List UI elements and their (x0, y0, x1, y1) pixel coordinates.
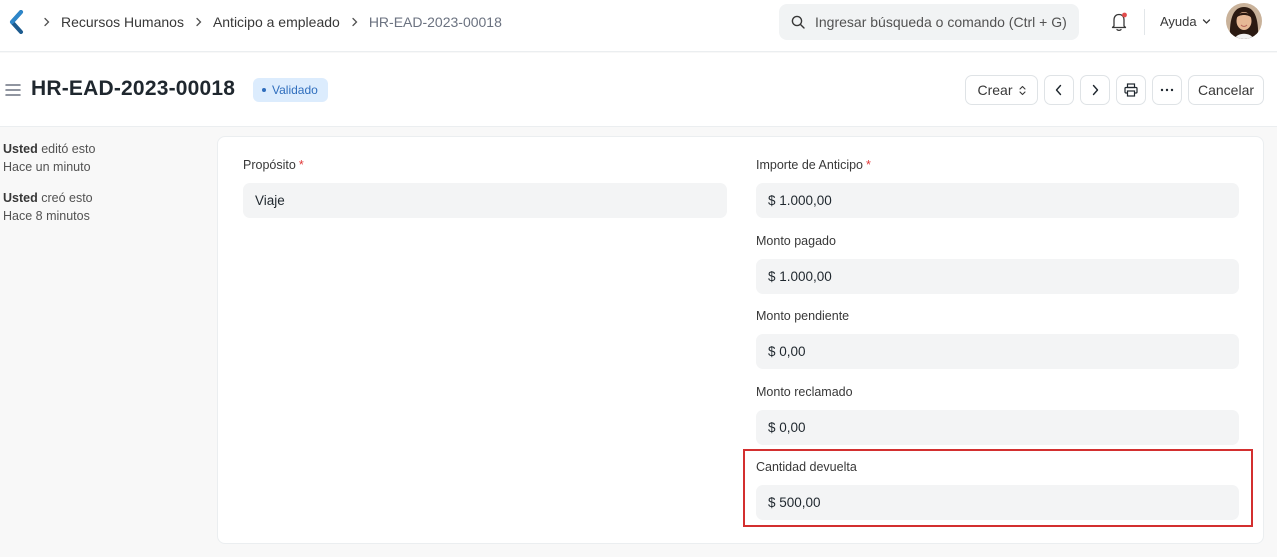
activity-item: Usted editó esto Hace un minuto (3, 140, 203, 176)
highlight-box (743, 449, 1253, 527)
create-button[interactable]: Crear (965, 75, 1038, 105)
monto-pagado-label: Monto pagado (756, 234, 836, 248)
proposito-field: Propósito * Viaje (243, 157, 727, 218)
activity-action: editó esto (41, 142, 96, 156)
chevron-right-icon (42, 17, 52, 27)
activity-user: Usted (3, 142, 38, 156)
chevron-left-icon (1055, 84, 1062, 96)
help-label: Ayuda (1160, 14, 1197, 29)
breadcrumb: Recursos Humanos Anticipo a empleado HR-… (42, 13, 512, 31)
monto-pendiente-input[interactable]: $ 0,00 (756, 334, 1239, 369)
create-label: Crear (977, 82, 1013, 98)
monto-pagado-input[interactable]: $ 1.000,00 (756, 259, 1239, 294)
ellipsis-icon (1160, 88, 1174, 92)
search-icon (791, 15, 805, 29)
breadcrumb-current[interactable]: HR-EAD-2023-00018 (369, 14, 502, 30)
page-title: HR-EAD-2023-00018 (31, 77, 236, 100)
importe-anticipo-input[interactable]: $ 1.000,00 (756, 183, 1239, 218)
proposito-label: Propósito (243, 158, 296, 172)
field-label: Propósito * (243, 157, 727, 173)
printer-icon (1124, 83, 1138, 97)
next-button[interactable] (1080, 75, 1110, 105)
chevron-right-icon (350, 17, 360, 27)
field-label: Importe de Anticipo * (756, 157, 1239, 173)
search-placeholder: Ingresar búsqueda o comando (Ctrl + G) (815, 14, 1067, 30)
more-options-button[interactable] (1152, 75, 1182, 105)
status-dot-icon (262, 88, 266, 92)
chevron-down-icon (1202, 19, 1210, 24)
chevron-right-icon (194, 17, 204, 27)
activity-action: creó esto (41, 191, 93, 205)
required-mark: * (298, 158, 304, 172)
required-mark: * (866, 158, 871, 172)
status-label: Validado (272, 83, 318, 97)
search-bar[interactable]: Ingresar búsqueda o comando (Ctrl + G) (779, 4, 1079, 40)
notification-bell-icon[interactable] (1109, 11, 1129, 33)
monto-pagado-field: Monto pagado $ 1.000,00 (756, 233, 1239, 294)
back-logo-icon[interactable] (8, 10, 24, 34)
breadcrumb-recursos-humanos[interactable]: Recursos Humanos (61, 14, 184, 30)
activity-item: Usted creó esto Hace 8 minutos (3, 189, 203, 225)
navbar-divider (1144, 9, 1145, 35)
importe-anticipo-field: Importe de Anticipo * $ 1.000,00 (756, 157, 1239, 218)
proposito-input[interactable]: Viaje (243, 183, 727, 218)
page-header: HR-EAD-2023-00018 Validado Crear Cancela… (0, 53, 1277, 127)
importe-anticipo-label: Importe de Anticipo (756, 158, 864, 172)
monto-reclamado-label: Monto reclamado (756, 385, 853, 399)
activity-user: Usted (3, 191, 38, 205)
monto-reclamado-input[interactable]: $ 0,00 (756, 410, 1239, 445)
navbar: Recursos Humanos Anticipo a empleado HR-… (0, 0, 1277, 52)
chevron-right-icon (1092, 84, 1099, 96)
avatar[interactable] (1226, 3, 1262, 39)
activity-time: Hace un minuto (3, 160, 91, 174)
monto-pendiente-field: Monto pendiente $ 0,00 (756, 308, 1239, 369)
print-button[interactable] (1116, 75, 1146, 105)
monto-pendiente-label: Monto pendiente (756, 309, 850, 323)
monto-reclamado-field: Monto reclamado $ 0,00 (756, 384, 1239, 445)
activity-time: Hace 8 minutos (3, 209, 90, 223)
help-dropdown[interactable]: Ayuda (1160, 14, 1211, 29)
cancel-button[interactable]: Cancelar (1188, 75, 1264, 105)
status-badge: Validado (253, 78, 328, 102)
menu-icon[interactable] (5, 83, 21, 97)
previous-button[interactable] (1044, 75, 1074, 105)
breadcrumb-anticipo-empleado[interactable]: Anticipo a empleado (213, 14, 340, 30)
activity-sidebar: Usted editó esto Hace un minuto Usted cr… (3, 140, 203, 238)
select-arrows-icon (1018, 85, 1026, 95)
